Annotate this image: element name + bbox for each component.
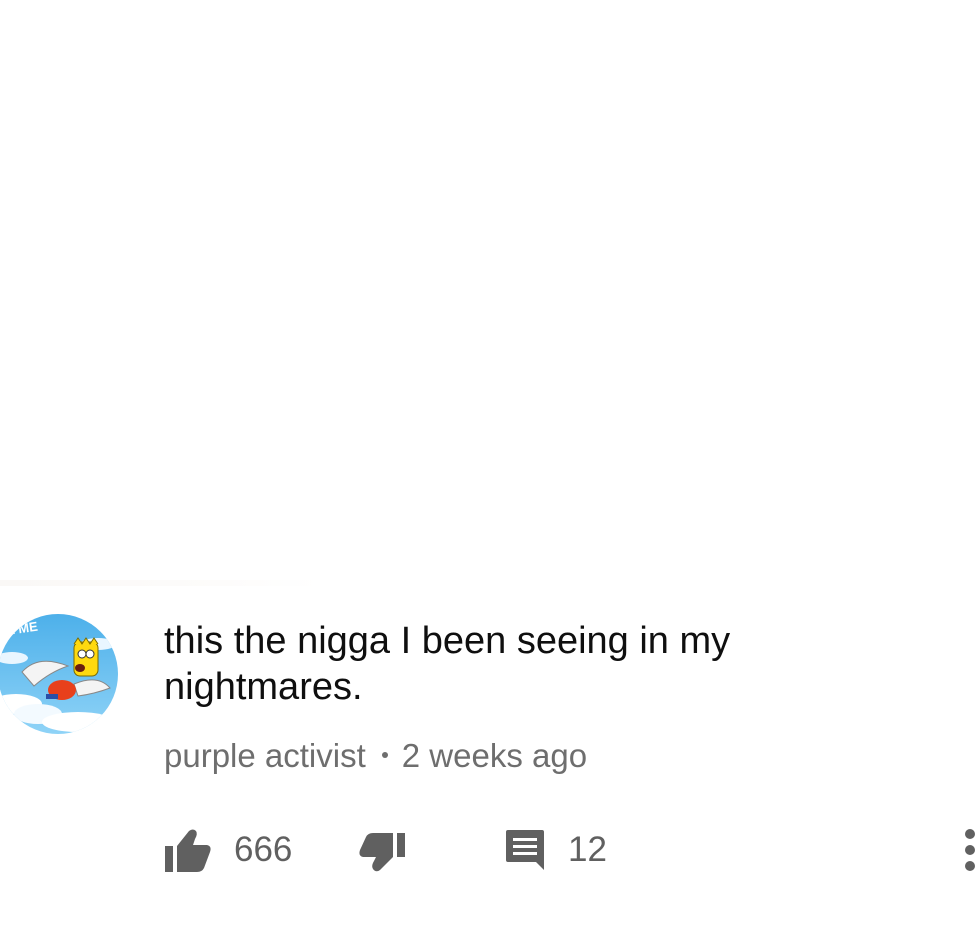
reply-count: 12 xyxy=(568,830,607,869)
comment-icon xyxy=(506,830,544,870)
cartoon-angel-avatar-icon: E ME xyxy=(0,614,118,734)
comment-meta: purple activist 2 weeks ago xyxy=(164,736,587,776)
dislike-button[interactable] xyxy=(358,826,406,874)
comment-item: E ME this the nigga I been seeing in my … xyxy=(0,600,978,900)
thumbs-up-icon xyxy=(165,829,211,872)
separator-dot xyxy=(381,752,388,759)
comment-text: this the nigga I been seeing in my night… xyxy=(164,620,731,708)
timestamp: 2 weeks ago xyxy=(401,737,588,774)
more-options-button[interactable] xyxy=(962,828,978,874)
like-button[interactable]: 666 xyxy=(164,826,292,874)
avatar[interactable]: E ME xyxy=(0,614,118,734)
faint-divider xyxy=(0,580,320,586)
thumbs-down-icon xyxy=(359,833,405,872)
reply-button[interactable]: 12 xyxy=(504,826,607,874)
author-name[interactable]: purple activist xyxy=(164,737,366,774)
like-count: 666 xyxy=(234,830,293,869)
comment-actions: 666 12 xyxy=(164,826,978,874)
more-vertical-icon xyxy=(965,829,975,871)
